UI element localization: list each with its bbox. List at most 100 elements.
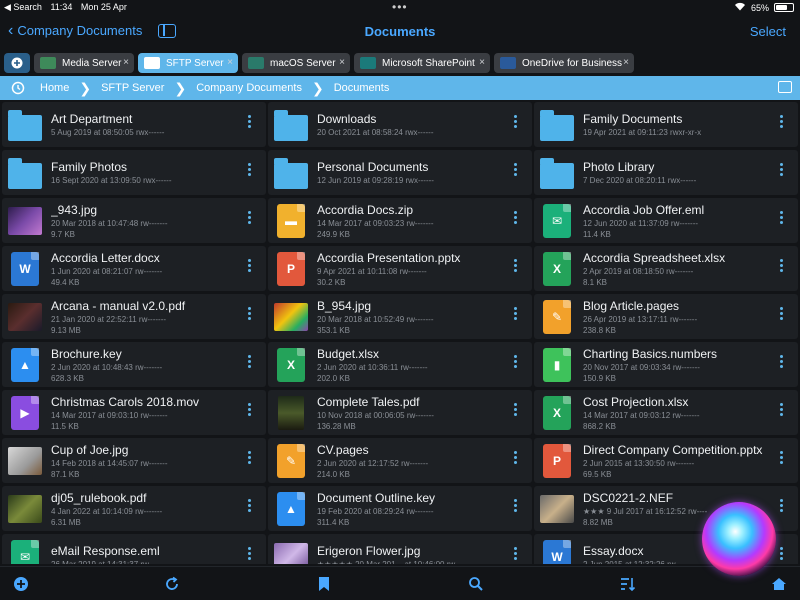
more-options-icon[interactable]: [780, 259, 784, 272]
tab-macos-server[interactable]: macOS Server ×: [242, 53, 350, 73]
file-item[interactable]: Downloads 20 Oct 2021 at 08:58:24 rwx----…: [268, 102, 532, 147]
file-item[interactable]: dj05_rulebook.pdf 4 Jan 2022 at 10:14:09 …: [2, 486, 266, 531]
home-icon[interactable]: [769, 575, 789, 593]
more-options-icon[interactable]: [780, 547, 784, 560]
close-tab-icon[interactable]: ×: [623, 57, 629, 68]
file-item[interactable]: Arcana - manual v2.0.pdf 21 Jan 2020 at 2…: [2, 294, 266, 339]
more-options-icon[interactable]: [248, 163, 252, 176]
more-options-icon[interactable]: [514, 547, 518, 560]
file-item[interactable]: ▲ Document Outline.key 19 Feb 2020 at 08:2…: [268, 486, 532, 531]
file-item[interactable]: X Cost Projection.xlsx 14 Mar 2017 at 09:0…: [534, 390, 798, 435]
more-options-icon[interactable]: [514, 163, 518, 176]
more-options-icon[interactable]: [780, 451, 784, 464]
screen-icon[interactable]: [778, 81, 792, 93]
more-options-icon[interactable]: [780, 355, 784, 368]
file-item[interactable]: ✉ eMail Response.eml 26 Mar 2019 at 14:31:…: [2, 534, 266, 564]
file-size: 9.7 KB: [51, 229, 76, 239]
file-thumbnail: [8, 300, 42, 334]
file-meta: 2 Jun 2015 at 13:30:50 rw-------: [583, 458, 695, 468]
sort-filter-icon[interactable]: [618, 575, 638, 593]
more-options-icon[interactable]: [514, 451, 518, 464]
more-options-icon[interactable]: [248, 403, 252, 416]
file-text: Cost Projection.xlsx 14 Mar 2017 at 09:03…: [583, 395, 798, 431]
file-item[interactable]: Personal Documents 12 Jun 2019 at 09:28:1…: [268, 150, 532, 195]
file-item[interactable]: Art Department 5 Aug 2019 at 08:50:05 rwx…: [2, 102, 266, 147]
file-item[interactable]: W Accordia Letter.docx 1 Jun 2020 at 08:21…: [2, 246, 266, 291]
more-options-icon[interactable]: [248, 259, 252, 272]
more-options-icon[interactable]: [248, 115, 252, 128]
more-options-icon[interactable]: [248, 211, 252, 224]
close-tab-icon[interactable]: ×: [123, 57, 129, 68]
more-options-icon[interactable]: [780, 403, 784, 416]
breadcrumb-item[interactable]: Home: [40, 82, 69, 94]
file-item[interactable]: B_954.jpg 20 Mar 2018 at 10:52:49 rw-----…: [268, 294, 532, 339]
file-size: 214.0 KB: [317, 469, 350, 479]
more-options-icon[interactable]: [780, 307, 784, 320]
file-item[interactable]: Cup of Joe.jpg 14 Feb 2018 at 14:45:07 rw…: [2, 438, 266, 483]
breadcrumb-item[interactable]: SFTP Server: [101, 82, 164, 94]
more-options-icon[interactable]: [780, 115, 784, 128]
more-options-icon[interactable]: [514, 115, 518, 128]
tab-microsoft-sharepoint[interactable]: Microsoft SharePoint ×: [354, 53, 490, 73]
more-options-icon[interactable]: [514, 307, 518, 320]
file-item[interactable]: P Accordia Presentation.pptx 9 Apr 2021 at…: [268, 246, 532, 291]
more-options-icon[interactable]: [514, 355, 518, 368]
close-tab-icon[interactable]: ×: [227, 57, 233, 68]
add-tab-button[interactable]: [4, 53, 30, 73]
add-icon[interactable]: [11, 575, 31, 593]
more-options-icon[interactable]: [780, 163, 784, 176]
close-tab-icon[interactable]: ×: [339, 57, 345, 68]
file-item[interactable]: Erigeron Flower.jpg ★★★★★ 20 Mar 201... a…: [268, 534, 532, 564]
file-item[interactable]: Photo Library 7 Dec 2020 at 08:20:11 rwx-…: [534, 150, 798, 195]
file-item[interactable]: ▶ Christmas Carols 2018.mov 14 Mar 2017 at…: [2, 390, 266, 435]
back-button[interactable]: ‹ Company Documents: [8, 22, 142, 38]
history-icon[interactable]: [6, 81, 30, 95]
file-item[interactable]: Family Photos 16 Sept 2020 at 13:09:50 rw…: [2, 150, 266, 195]
more-options-icon[interactable]: [780, 499, 784, 512]
file-item[interactable]: ▲ Brochure.key 2 Jun 2020 at 10:48:43 rw--…: [2, 342, 266, 387]
tab-label: Microsoft SharePoint: [382, 57, 475, 69]
more-options-icon[interactable]: [248, 499, 252, 512]
file-name: dj05_rulebook.pdf: [51, 490, 147, 505]
more-options-icon[interactable]: [514, 211, 518, 224]
more-options-icon[interactable]: [248, 307, 252, 320]
file-item[interactable]: ✎ CV.pages 2 Jun 2020 at 12:17:52 rw------…: [268, 438, 532, 483]
select-button[interactable]: Select: [750, 24, 786, 39]
file-item[interactable]: X Budget.xlsx 2 Jun 2020 at 10:36:11 rw---…: [268, 342, 532, 387]
more-options-icon[interactable]: [514, 403, 518, 416]
file-item[interactable]: _943.jpg 20 Mar 2018 at 10:47:48 rw------…: [2, 198, 266, 243]
file-text: _943.jpg 20 Mar 2018 at 10:47:48 rw------…: [51, 203, 266, 239]
more-options-icon[interactable]: [514, 259, 518, 272]
more-options-icon[interactable]: [248, 547, 252, 560]
search-icon[interactable]: [466, 575, 486, 593]
file-item[interactable]: ▬ Accordia Docs.zip 14 Mar 2017 at 09:03:2…: [268, 198, 532, 243]
more-options-icon[interactable]: [248, 451, 252, 464]
more-options-icon[interactable]: [514, 499, 518, 512]
file-item[interactable]: X Accordia Spreadsheet.xlsx 2 Apr 2019 at …: [534, 246, 798, 291]
file-text: Family Photos 16 Sept 2020 at 13:09:50 rw…: [51, 160, 266, 185]
tab-sftp-server[interactable]: SFTP Server ×: [138, 53, 238, 73]
file-thumbnail: ▮: [540, 347, 574, 382]
bookmark-icon[interactable]: [314, 575, 334, 593]
file-name: Budget.xlsx: [317, 346, 380, 361]
file-item[interactable]: ▮ Charting Basics.numbers 20 Nov 2017 at 0…: [534, 342, 798, 387]
file-item[interactable]: P Direct Company Competition.pptx 2 Jun 20…: [534, 438, 798, 483]
tab-media-server[interactable]: Media Server ×: [34, 53, 134, 73]
file-item[interactable]: Family Documents 19 Apr 2021 at 09:11:23 …: [534, 102, 798, 147]
more-options-icon[interactable]: [248, 355, 252, 368]
file-item[interactable]: Complete Tales.pdf 10 Nov 2018 at 00:06:0…: [268, 390, 532, 435]
file-text: Accordia Presentation.pptx 9 Apr 2021 at …: [317, 251, 532, 287]
folder-shape: [8, 157, 42, 189]
close-tab-icon[interactable]: ×: [479, 57, 485, 68]
file-size: 868.2 KB: [583, 421, 616, 431]
file-item[interactable]: ✎ Blog Article.pages 26 Apr 2019 at 13:17:…: [534, 294, 798, 339]
breadcrumb-item[interactable]: Documents: [334, 82, 390, 94]
file-item[interactable]: ✉ Accordia Job Offer.eml 12 Jun 2020 at 11…: [534, 198, 798, 243]
tab-onedrive-for-business[interactable]: OneDrive for Business ×: [494, 53, 634, 73]
breadcrumb-item[interactable]: Company Documents: [196, 82, 302, 94]
refresh-icon[interactable]: [162, 575, 182, 593]
sidebar-toggle-icon[interactable]: [158, 24, 176, 38]
more-options-icon[interactable]: [780, 211, 784, 224]
multitasking-dots-icon[interactable]: •••: [392, 0, 408, 14]
back-to-app-link[interactable]: ◀ Search: [4, 2, 42, 12]
